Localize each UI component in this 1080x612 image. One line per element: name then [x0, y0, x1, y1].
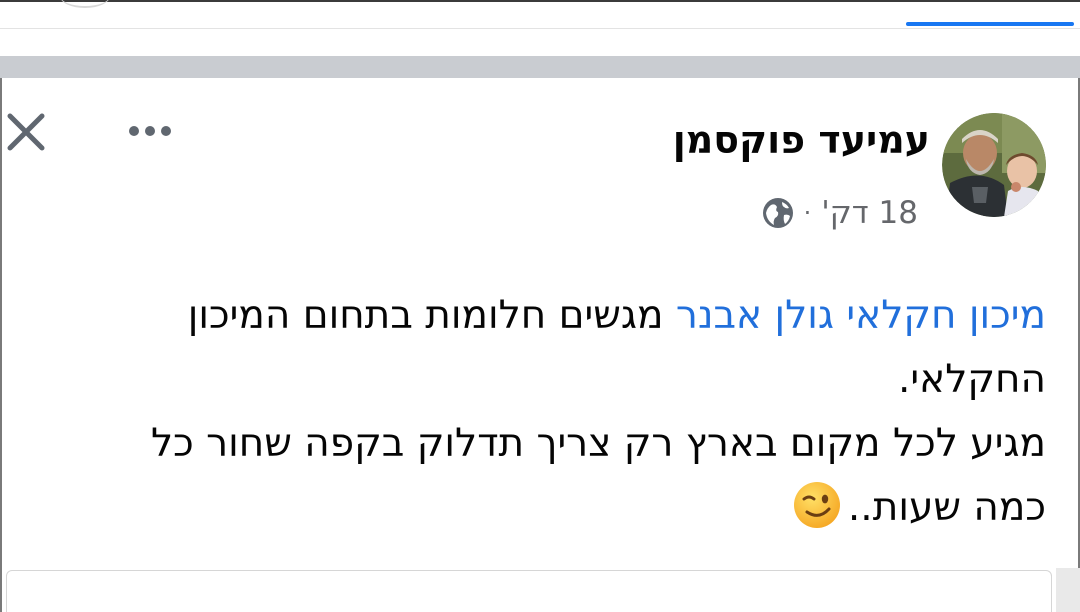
top-bar	[0, 0, 1080, 58]
post-line-4: כמה שעות..	[26, 476, 1046, 540]
globe-icon[interactable]	[762, 197, 794, 229]
post-time[interactable]: 18 דק'	[821, 195, 918, 231]
more-options-icon[interactable]	[124, 116, 178, 146]
link-preview-card[interactable]	[6, 570, 1052, 612]
screen-edge-left	[0, 78, 2, 612]
winking-face-emoji-icon	[792, 480, 842, 530]
active-tab-indicator[interactable]	[906, 22, 1074, 26]
avatar[interactable]	[942, 113, 1046, 217]
author-name[interactable]: עמיעד פוקסמן	[673, 118, 930, 162]
top-decoration	[60, 0, 110, 8]
post-line-1-text: מגשים חלומות בתחום המיכון	[187, 293, 676, 338]
post-line-2: החקלאי.	[898, 357, 1046, 402]
meta-separator: ·	[803, 199, 812, 227]
facebook-post-screen: עמיעד פוקסמן 18 דק' · מיכון חקלאי גולן א…	[0, 0, 1080, 612]
feed-separator	[0, 56, 1080, 78]
post-line-3: מגיע לכל מקום בארץ רק צריך תדלוק בקפה שח…	[150, 421, 1046, 466]
post-body: מיכון חקלאי גולן אבנר מגשים חלומות בתחום…	[26, 284, 1046, 540]
bottom-corner-shade	[1056, 568, 1080, 612]
post-line-1: מיכון חקלאי גולן אבנר מגשים חלומות בתחום…	[26, 284, 1046, 348]
post-meta: 18 דק' ·	[762, 192, 918, 234]
page-mention-link[interactable]: מיכון חקלאי גולן אבנר	[676, 293, 1046, 338]
top-divider	[0, 28, 1080, 29]
close-icon[interactable]	[4, 110, 48, 154]
post-line-4-text: כמה שעות..	[847, 485, 1046, 530]
